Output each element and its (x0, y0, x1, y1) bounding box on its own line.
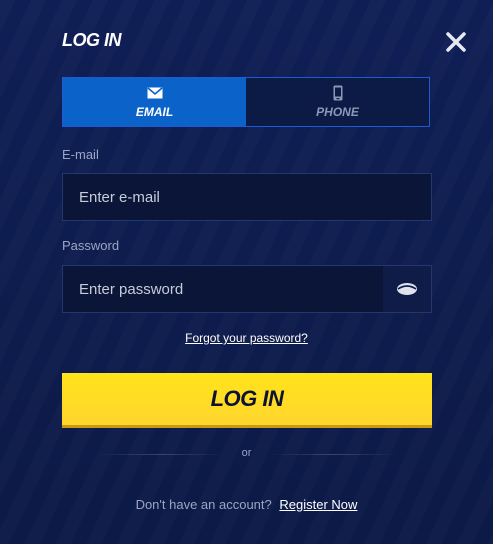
close-button[interactable] (444, 30, 468, 54)
password-visibility-toggle[interactable] (383, 266, 431, 312)
divider-right (268, 454, 398, 455)
email-label: E-mail (62, 147, 99, 162)
divider-or: or (241, 447, 252, 459)
page-title: LOG IN (62, 30, 122, 50)
register-link[interactable]: Register Now (279, 497, 357, 512)
forgot-password-link[interactable]: Forgot your password? (185, 331, 308, 345)
tab-email[interactable]: EMAIL (63, 78, 246, 126)
signup-row: Don't have an account? Register Now (0, 497, 493, 512)
tab-email-label: EMAIL (135, 105, 174, 119)
password-label: Password (62, 238, 120, 253)
forgot-password-row: Forgot your password? (0, 331, 493, 345)
login-button[interactable]: LOG IN (62, 373, 432, 428)
login-method-tabs: EMAIL PHONE (62, 77, 430, 127)
close-icon[interactable] (444, 30, 468, 54)
tab-phone[interactable]: PHONE (246, 78, 429, 126)
email-input[interactable] (63, 174, 431, 220)
email-field (62, 173, 432, 221)
password-field (62, 265, 432, 313)
signup-prompt: Don't have an account? (135, 497, 272, 512)
tab-phone-label: PHONE (316, 105, 359, 119)
phone-icon (333, 85, 343, 101)
password-input[interactable] (63, 266, 383, 312)
envelope-icon (146, 85, 163, 101)
eye-icon[interactable] (396, 282, 418, 296)
